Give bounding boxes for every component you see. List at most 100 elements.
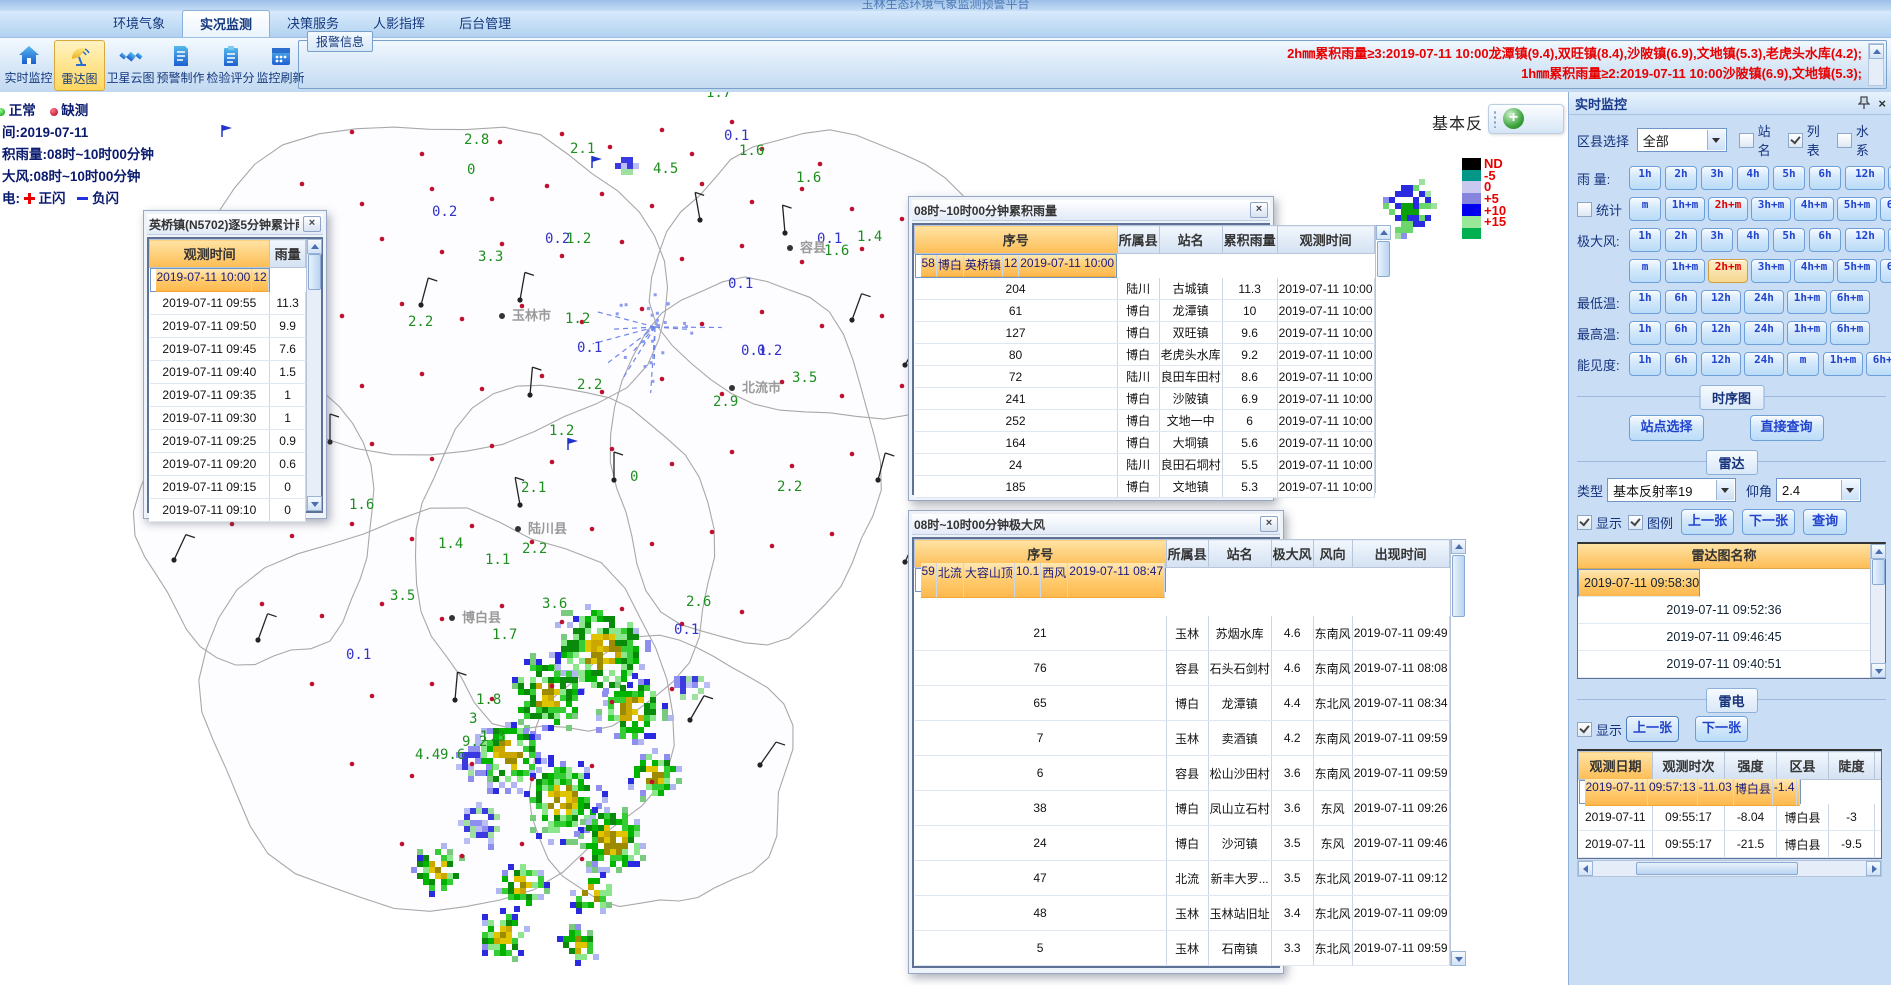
menu-tab-后台管理[interactable]: 后台管理 bbox=[442, 10, 528, 37]
range-button-6h[interactable]: 6h bbox=[1665, 321, 1697, 345]
range-button-12h[interactable]: 12h bbox=[1701, 321, 1741, 345]
toolbar-home-button[interactable]: 实时监控 bbox=[4, 40, 53, 89]
alarm-scrollbar[interactable] bbox=[1868, 43, 1884, 86]
table-row[interactable]: 241博白沙陂镇6.92019-07-11 10:00 bbox=[915, 388, 1375, 410]
range-button-m[interactable]: m bbox=[1787, 352, 1819, 376]
range-button-3h+m[interactable]: 3h+m bbox=[1751, 197, 1791, 221]
column-header[interactable]: 所属县 bbox=[1117, 226, 1159, 254]
table-row[interactable]: 2019-07-1109:55:17-21.5博白县-9.511 bbox=[1579, 831, 1883, 858]
range-button-4h+m[interactable]: 4h+m bbox=[1794, 259, 1834, 283]
range-button-1h+m[interactable]: 1h+m bbox=[1665, 259, 1705, 283]
scroll-up-icon[interactable] bbox=[1871, 544, 1886, 559]
range-button-12h[interactable]: 12h bbox=[1701, 290, 1741, 314]
table-row[interactable]: 76容县石头石剑村4.6东南风2019-07-11 08:08 bbox=[915, 651, 1450, 686]
range-button-4h[interactable]: 4h bbox=[1737, 166, 1769, 190]
table-hscrollbar[interactable] bbox=[1577, 860, 1882, 877]
range-button-3h+m[interactable]: 3h+m bbox=[1751, 259, 1791, 283]
map-tool-panel[interactable]: + bbox=[1488, 104, 1564, 134]
next-image-button[interactable]: 下一张 bbox=[1695, 716, 1748, 742]
chevron-down-icon[interactable] bbox=[1716, 480, 1734, 500]
range-button-12h[interactable]: 12h bbox=[1845, 228, 1885, 252]
range-button-24h[interactable]: 24h bbox=[1744, 290, 1784, 314]
scroll-up-icon[interactable] bbox=[1376, 225, 1391, 240]
station-select-button[interactable]: 站点选择 bbox=[1629, 415, 1703, 441]
range-button-3h[interactable]: 3h bbox=[1701, 228, 1733, 252]
column-header[interactable]: 站名 bbox=[1159, 226, 1222, 254]
popup-scrollbar[interactable] bbox=[306, 239, 321, 511]
toolbar-clipboard-button[interactable]: 检验评分 bbox=[206, 40, 255, 89]
table-row[interactable]: 2019-07-11 10:0012 bbox=[150, 268, 270, 292]
table-row[interactable]: 2019-07-1109:57:13-11.03博白县-1.4 bbox=[1579, 780, 1801, 804]
toolbar-document-button[interactable]: 预警制作 bbox=[156, 40, 205, 89]
column-header[interactable]: 观测时次 bbox=[1653, 752, 1725, 780]
scroll-right-icon[interactable] bbox=[1866, 861, 1881, 876]
close-icon[interactable]: × bbox=[1878, 96, 1886, 111]
range-button-1h+m[interactable]: 1h+m bbox=[1787, 290, 1827, 314]
scroll-thumb[interactable] bbox=[1377, 241, 1390, 277]
column-header[interactable]: 出现时间 bbox=[1352, 540, 1449, 568]
checkbox-统计[interactable] bbox=[1577, 202, 1592, 217]
table-row[interactable]: 6容县松山沙田村3.6东南风2019-07-11 09:59 bbox=[915, 756, 1450, 791]
scroll-thumb[interactable] bbox=[1872, 559, 1885, 585]
toolbar-radar-button[interactable]: 雷达图 bbox=[54, 40, 105, 91]
radar-image-item[interactable]: 2019-07-11 09:46:45 bbox=[1578, 624, 1870, 651]
table-row[interactable]: 2019-07-11 09:401.5 bbox=[150, 361, 306, 384]
table-row[interactable]: 58博白英桥镇122019-07-11 10:00 bbox=[915, 254, 1118, 278]
scroll-up-icon[interactable] bbox=[1451, 539, 1466, 554]
range-button-1h[interactable]: 1h bbox=[1629, 228, 1661, 252]
table-row[interactable]: 24博白沙河镇3.5东风2019-07-11 09:46 bbox=[915, 826, 1450, 861]
column-header[interactable]: 极大风 bbox=[1271, 540, 1313, 568]
column-header[interactable]: 站名 bbox=[1208, 540, 1271, 568]
range-button-1h[interactable]: 1h bbox=[1629, 352, 1661, 376]
checkbox-列表[interactable] bbox=[1788, 133, 1803, 148]
show-checkbox[interactable] bbox=[1577, 515, 1592, 530]
range-button-3h[interactable]: 3h bbox=[1701, 166, 1733, 190]
table-row[interactable]: 65博白龙潭镇4.4东北风2019-07-11 08:34 bbox=[915, 686, 1450, 721]
range-button-m[interactable]: m bbox=[1629, 259, 1661, 283]
list-scrollbar[interactable] bbox=[1870, 544, 1885, 678]
range-button-1h[interactable]: 1h bbox=[1629, 321, 1661, 345]
range-button-6h[interactable]: 6h bbox=[1665, 352, 1697, 376]
prev-image-button[interactable]: 上一张 bbox=[1626, 716, 1679, 742]
range-button-1h[interactable]: 1h bbox=[1629, 290, 1661, 314]
range-button-1h+m[interactable]: 1h+m bbox=[1823, 352, 1863, 376]
table-row[interactable]: 72陆川良田车田村8.62019-07-11 10:00 bbox=[915, 366, 1375, 388]
scroll-up-icon[interactable] bbox=[307, 239, 322, 254]
table-row[interactable]: 7玉林卖酒镇4.2东南风2019-07-11 09:59 bbox=[915, 721, 1450, 756]
range-button-2h[interactable]: 2h bbox=[1665, 228, 1697, 252]
table-row[interactable]: 59北流大容山顶10.1西风2019-07-11 08:47 bbox=[915, 568, 1167, 592]
radar-elev-select[interactable]: 2.4 bbox=[1776, 478, 1861, 502]
range-button-12h[interactable]: 12h bbox=[1701, 352, 1741, 376]
scroll-left-icon[interactable] bbox=[1578, 861, 1593, 876]
menu-tab-实况监测[interactable]: 实况监测 bbox=[182, 10, 270, 37]
column-header[interactable]: 雨量 bbox=[270, 240, 306, 268]
range-button-4h[interactable]: 4h bbox=[1737, 228, 1769, 252]
range-button-1h+m[interactable]: 1h+m bbox=[1787, 321, 1827, 345]
column-header[interactable]: 序号 bbox=[915, 226, 1118, 254]
table-row[interactable]: 185博白文地镇5.32019-07-11 10:00 bbox=[915, 476, 1375, 498]
range-button-5h[interactable]: 5h bbox=[1773, 228, 1805, 252]
range-button-2h[interactable]: 2h bbox=[1665, 166, 1697, 190]
column-header[interactable]: 强度 bbox=[1725, 752, 1777, 780]
table-row[interactable]: 2019-07-11 09:100 bbox=[150, 499, 306, 522]
range-button-6h[interactable]: 6h bbox=[1809, 228, 1841, 252]
range-button-6h+m[interactable]: 6h+m bbox=[1880, 259, 1891, 283]
range-button-12h[interactable]: 12h bbox=[1845, 166, 1885, 190]
range-button-2h+m[interactable]: 2h+m bbox=[1708, 197, 1748, 221]
prev-image-button[interactable]: 上一张 bbox=[1681, 509, 1734, 535]
range-button-6h+m[interactable]: 6h+m bbox=[1830, 290, 1870, 314]
table-row[interactable]: 2019-07-11 09:5511.3 bbox=[150, 292, 306, 315]
range-button-24h[interactable]: 24h bbox=[1744, 321, 1784, 345]
table-row[interactable]: 61博白龙潭镇102019-07-11 10:00 bbox=[915, 300, 1375, 322]
table-row[interactable]: 38博白凤山立石村3.6东风2019-07-11 09:26 bbox=[915, 791, 1450, 826]
next-image-button[interactable]: 下一张 bbox=[1742, 509, 1795, 535]
scroll-thumb[interactable] bbox=[1636, 862, 1798, 875]
radar-image-item[interactable]: 2019-07-11 09:58:30 bbox=[1578, 569, 1700, 597]
menu-tab-环境气象[interactable]: 环境气象 bbox=[96, 10, 182, 37]
table-row[interactable]: 2019-07-11 09:457.6 bbox=[150, 338, 306, 361]
close-icon[interactable]: × bbox=[1250, 202, 1268, 218]
column-header[interactable]: 陡度 bbox=[1829, 752, 1875, 780]
table-row[interactable]: 2019-07-11 09:250.9 bbox=[150, 430, 306, 453]
range-button-1h[interactable]: 1h bbox=[1629, 166, 1661, 190]
pin-icon[interactable] bbox=[1858, 96, 1870, 110]
